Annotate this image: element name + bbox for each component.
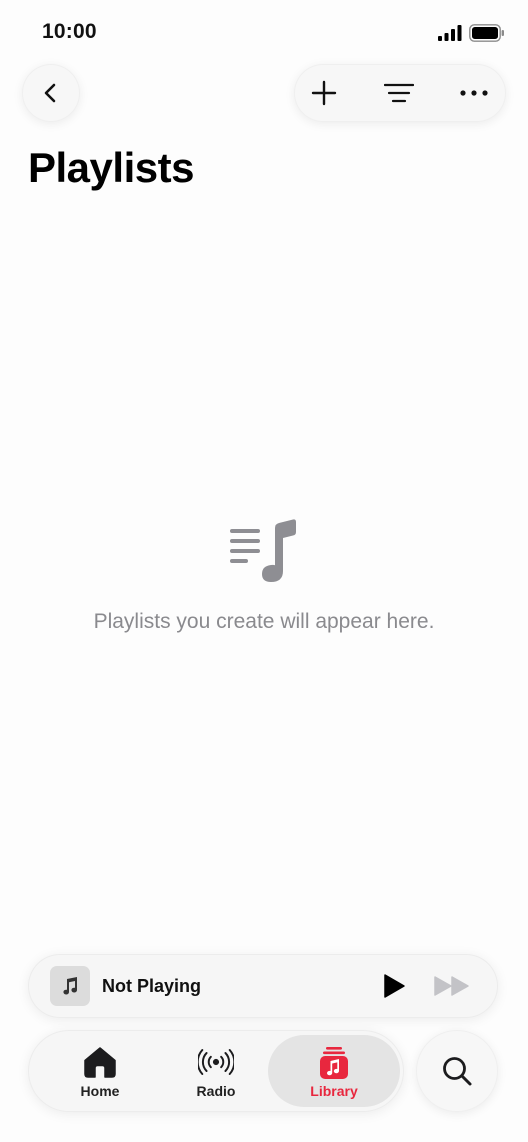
fast-forward-icon: [434, 976, 469, 996]
ellipsis-icon: [460, 90, 488, 96]
add-playlist-button[interactable]: [294, 64, 354, 122]
play-icon: [384, 974, 405, 998]
tab-home-label: Home: [80, 1083, 120, 1099]
status-time: 10:00: [42, 20, 97, 43]
back-button[interactable]: [22, 64, 80, 122]
toolbar: [294, 64, 506, 122]
search-button[interactable]: [416, 1030, 498, 1112]
playlist-note-icon: [230, 519, 296, 582]
home-icon: [82, 1044, 118, 1080]
tab-radio[interactable]: Radio: [160, 1030, 272, 1112]
cellular-signal-icon: [438, 25, 462, 41]
empty-state-message: Playlists you create will appear here.: [93, 610, 435, 633]
sort-lines-icon: [384, 83, 414, 103]
plus-icon: [311, 80, 337, 106]
radio-icon: [198, 1044, 234, 1080]
tab-bar: Home Radio Library: [28, 1030, 404, 1112]
search-icon: [443, 1057, 472, 1086]
play-button[interactable]: [378, 970, 410, 1002]
tab-library[interactable]: Library: [268, 1035, 400, 1107]
artwork-placeholder: [50, 966, 90, 1006]
library-icon: [316, 1045, 352, 1081]
music-note-icon: [63, 977, 78, 995]
more-button[interactable]: [444, 64, 504, 122]
sort-button[interactable]: [369, 64, 429, 122]
chevron-left-icon: [44, 83, 56, 103]
status-bar: 10:00: [0, 0, 528, 64]
battery-icon: [469, 24, 504, 42]
now-playing-title: Not Playing: [102, 976, 202, 996]
page-title: Playlists: [28, 144, 194, 191]
fast-forward-button[interactable]: [432, 972, 472, 1000]
mini-player[interactable]: Not Playing: [28, 954, 498, 1018]
tab-radio-label: Radio: [196, 1083, 236, 1099]
tab-library-label: Library: [310, 1083, 358, 1099]
tab-home[interactable]: Home: [44, 1030, 156, 1112]
